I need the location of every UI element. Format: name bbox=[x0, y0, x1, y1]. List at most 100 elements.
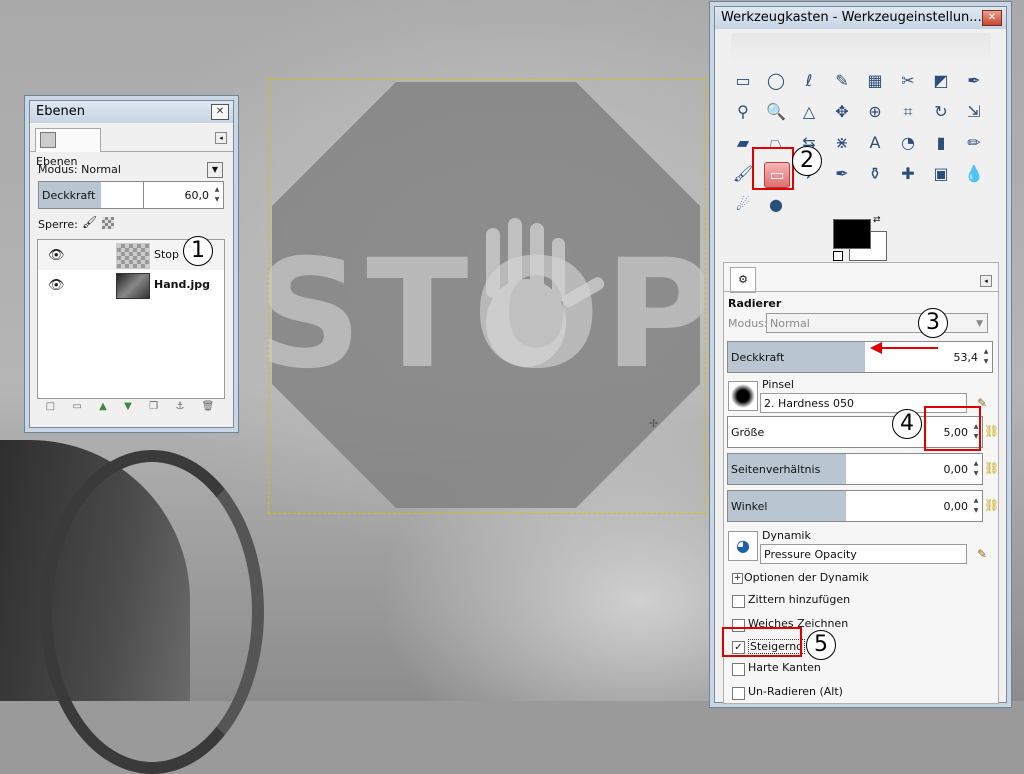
smudge-icon[interactable]: ☄ bbox=[731, 193, 755, 217]
zoom-icon[interactable]: 🔍 bbox=[764, 100, 788, 124]
tool-options-tab[interactable]: ⚙ bbox=[730, 267, 756, 293]
eye-icon[interactable]: 👁 bbox=[48, 278, 65, 293]
tool-opacity-label: Deckkraft bbox=[731, 351, 785, 364]
modus-label[interactable]: Modus: Normal bbox=[38, 163, 121, 176]
toolbox-window[interactable]: Werkzeugkasten - Werkzeugeinstellun... ✕… bbox=[714, 6, 1007, 704]
clone-icon[interactable]: ⚱ bbox=[863, 162, 887, 186]
move-icon[interactable]: ✥ bbox=[830, 100, 854, 124]
edit-dynamics-icon[interactable]: ✎ bbox=[975, 547, 989, 561]
eye-icon[interactable]: 👁 bbox=[48, 248, 65, 263]
raise-icon[interactable]: ▲ bbox=[99, 401, 107, 419]
layer-thumbnail bbox=[116, 243, 150, 269]
aspect-value[interactable]: 0,00 bbox=[944, 463, 969, 476]
anti-erase-label[interactable]: Un-Radieren (Alt) bbox=[748, 685, 843, 698]
annotation-number: 5 bbox=[806, 630, 836, 660]
dodge-burn-icon[interactable]: ● bbox=[764, 193, 788, 217]
aspect-slider[interactable]: Seitenverhältnis 0,00 ▲ ▼ bbox=[727, 453, 983, 485]
close-icon[interactable]: ✕ bbox=[211, 104, 229, 120]
align-icon[interactable]: ⊕ bbox=[863, 100, 887, 124]
swap-colors-icon[interactable]: ⇄ bbox=[873, 215, 881, 225]
layer-row[interactable]: 👁 Hand.jpg bbox=[38, 270, 224, 300]
blend-icon[interactable]: ▮ bbox=[929, 131, 953, 155]
heal-icon[interactable]: ✚ bbox=[896, 162, 920, 186]
measure-icon[interactable]: △ bbox=[797, 100, 821, 124]
layer-opacity-value[interactable]: 60,0 bbox=[185, 189, 210, 202]
spin-arrows-icon[interactable]: ▲ ▼ bbox=[213, 185, 221, 205]
foreground-color[interactable] bbox=[833, 219, 871, 249]
anchor-icon[interactable]: ⚓ bbox=[175, 401, 184, 419]
anti-erase-checkbox[interactable] bbox=[732, 687, 745, 700]
layer-opacity-label: Deckkraft bbox=[42, 189, 96, 202]
tab-menu-icon[interactable]: ◂ bbox=[980, 275, 992, 287]
scissors-icon[interactable]: ✂ bbox=[896, 69, 920, 93]
duplicate-icon[interactable]: ❐ bbox=[149, 401, 158, 419]
size-label: Größe bbox=[731, 426, 765, 439]
jitter-checkbox[interactable] bbox=[732, 595, 745, 608]
chevron-down-icon[interactable]: ▼ bbox=[207, 162, 223, 178]
layer-opacity-slider[interactable]: Deckkraft 60,0 ▲ ▼ bbox=[38, 181, 224, 209]
annotation-number: 2 bbox=[792, 146, 822, 176]
angle-label: Winkel bbox=[731, 500, 768, 513]
scale-icon[interactable]: ⇲ bbox=[962, 100, 986, 124]
expander-icon[interactable]: + bbox=[732, 573, 743, 584]
perspective-clone-icon[interactable]: ▣ bbox=[929, 162, 953, 186]
hard-edges-checkbox[interactable] bbox=[732, 663, 745, 676]
dynamics-options-label[interactable]: Optionen der Dynamik bbox=[744, 571, 869, 584]
close-icon[interactable]: ✕ bbox=[982, 10, 1002, 26]
default-colors-icon[interactable] bbox=[833, 251, 843, 261]
blur-icon[interactable]: 💧 bbox=[962, 162, 986, 186]
link-icon[interactable]: ⛓ bbox=[984, 461, 999, 475]
tool-opacity-slider[interactable]: Deckkraft 53,4 ▲ ▼ bbox=[727, 341, 993, 373]
tool-modus-select[interactable]: Normal ▼ bbox=[766, 313, 988, 333]
tab-ebenen[interactable]: Ebenen bbox=[35, 128, 101, 168]
color-area[interactable]: ⇄ bbox=[833, 215, 893, 267]
ink-icon[interactable]: ✒ bbox=[830, 162, 854, 186]
eraser-highlight-box bbox=[752, 147, 794, 190]
angle-value[interactable]: 0,00 bbox=[944, 500, 969, 513]
pencil-icon[interactable]: ✏ bbox=[962, 131, 986, 155]
annotation-number: 1 bbox=[183, 236, 213, 266]
sperre-label: Sperre: bbox=[38, 218, 78, 231]
layers-titlebar[interactable]: Ebenen ✕ bbox=[30, 101, 233, 123]
new-layer-icon[interactable]: □ bbox=[46, 401, 55, 419]
link-icon[interactable]: ⛓ bbox=[984, 498, 999, 512]
angle-slider[interactable]: Winkel 0,00 ▲ ▼ bbox=[727, 490, 983, 522]
text-icon[interactable]: A bbox=[863, 131, 887, 155]
hard-edges-label[interactable]: Harte Kanten bbox=[748, 661, 821, 674]
jitter-label[interactable]: Zittern hinzufügen bbox=[748, 593, 850, 606]
spin-arrows-icon[interactable]: ▲ ▼ bbox=[972, 496, 980, 516]
color-select-icon[interactable]: ▦ bbox=[863, 69, 887, 93]
annotation-arrow bbox=[870, 342, 938, 354]
tab-menu-icon[interactable]: ◂ bbox=[215, 132, 227, 144]
color-picker-icon[interactable]: ⚲ bbox=[731, 100, 755, 124]
spin-arrows-icon[interactable]: ▲ ▼ bbox=[982, 347, 990, 367]
foreground-select-icon[interactable]: ◩ bbox=[929, 69, 953, 93]
tool-opacity-value[interactable]: 53,4 bbox=[954, 351, 979, 364]
delete-icon[interactable]: 🗑 bbox=[202, 401, 215, 419]
rect-select-icon[interactable]: ▭ bbox=[731, 69, 755, 93]
rotate-icon[interactable]: ↻ bbox=[929, 100, 953, 124]
annotation-number: 4 bbox=[892, 409, 922, 439]
lock-pixels-icon[interactable]: 🖌 bbox=[82, 215, 97, 229]
new-group-icon[interactable]: ▭ bbox=[72, 401, 81, 419]
bucket-fill-icon[interactable]: ◔ bbox=[896, 131, 920, 155]
layers-button-bar: □ ▭ ▲ ▼ ❐ ⚓ 🗑 bbox=[37, 401, 223, 419]
ellipse-select-icon[interactable]: ◯ bbox=[764, 69, 788, 93]
dynamik-label: Dynamik bbox=[762, 529, 811, 542]
paths-icon[interactable]: ✒ bbox=[962, 69, 986, 93]
tool-modus-label: Modus: bbox=[728, 317, 768, 330]
brush-preview[interactable] bbox=[728, 381, 758, 411]
lasso-icon[interactable]: ℓ bbox=[797, 69, 821, 93]
dynamics-icon[interactable]: ◕ bbox=[728, 531, 758, 561]
spin-arrows-icon[interactable]: ▲ ▼ bbox=[972, 459, 980, 479]
fuzzy-select-icon[interactable]: ✎ bbox=[830, 69, 854, 93]
dynamics-field[interactable]: Pressure Opacity bbox=[760, 544, 967, 564]
lock-alpha-icon[interactable] bbox=[102, 217, 114, 229]
toolbox-titlebar[interactable]: Werkzeugkasten - Werkzeugeinstellun... ✕ bbox=[715, 7, 1006, 29]
layer-name: Stop bbox=[154, 248, 180, 261]
cage-icon[interactable]: ⋇ bbox=[830, 131, 854, 155]
size-highlight-box bbox=[924, 406, 981, 451]
link-icon[interactable]: ⛓ bbox=[984, 424, 999, 438]
lower-icon[interactable]: ▼ bbox=[124, 401, 132, 419]
crop-icon[interactable]: ⌗ bbox=[896, 100, 920, 124]
